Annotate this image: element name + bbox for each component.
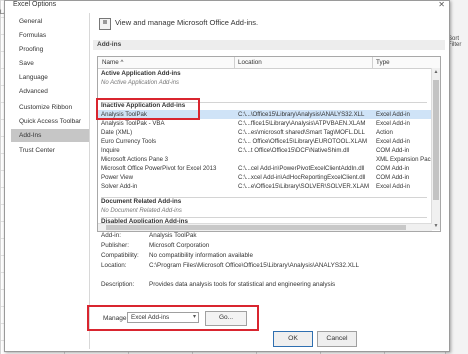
location-value: C:\Program Files\Microsoft Office\Office…	[149, 262, 359, 269]
manage-row: Manage: Excel Add-ins ▾ Go...	[87, 305, 445, 331]
description-value: Provides data analysis tools for statist…	[149, 281, 336, 288]
row-location: C:\...cel Add-in\PowerPivotExcelClientAd…	[238, 164, 365, 172]
row-location: C:\... Office\Office15\Library\EUROTOOL.…	[238, 137, 368, 145]
publisher-value: Microsoft Corporation	[149, 242, 210, 249]
add-ins-icon	[99, 18, 111, 30]
table-row[interactable]: Analysis ToolPak - VBA C:\...ffice15\Lib…	[98, 119, 432, 128]
row-type: COM Add-in	[376, 173, 410, 181]
group-active-empty: No Active Application Add-ins	[101, 80, 180, 86]
column-location[interactable]: Location	[238, 59, 262, 66]
row-location: C:\...e\Office15\Library\SOLVER\SOLVER.X…	[238, 182, 370, 190]
table-row[interactable]: Microsoft Actions Pane 3 XML Expansion P…	[98, 155, 434, 164]
row-location: C:\...t Office\Office15\DCF\NativeShim.d…	[238, 146, 350, 154]
scroll-thumb[interactable]	[433, 80, 439, 200]
section-header: Add-ins	[93, 40, 445, 50]
row-name: Date (XML)	[101, 128, 133, 136]
ok-button[interactable]: OK	[273, 331, 313, 347]
nav-item-proofing[interactable]: Proofing	[15, 43, 85, 56]
row-type: XML Expansion Pack	[376, 155, 434, 163]
table-row[interactable]: Power View C:\...xcel Add-in\AdHocReport…	[98, 173, 432, 182]
excel-options-dialog: Excel Options ✕ General Formulas Proofin…	[4, 0, 450, 352]
title-bar: Excel Options ✕	[5, 0, 449, 11]
row-type: Excel Add-in	[376, 110, 410, 118]
row-location: C:\...ffice15\Library\Analysis\ATPVBAEN.…	[238, 119, 366, 127]
row-type: Excel Add-in	[376, 182, 410, 190]
cancel-button[interactable]: Cancel	[317, 331, 357, 347]
location-label: Location:	[101, 262, 127, 269]
addin-value: Analysis ToolPak	[149, 232, 197, 239]
add-in-details: Add-in: Analysis ToolPak Publisher: Micr…	[101, 232, 441, 302]
compatibility-value: No compatibility information available	[149, 252, 253, 259]
row-type: COM Add-in	[376, 146, 410, 154]
add-ins-list[interactable]: Name ^ Location Type Active Application …	[97, 56, 441, 232]
description-label: Description:	[101, 281, 135, 288]
row-type: COM Add-in	[376, 164, 410, 172]
column-type[interactable]: Type	[376, 59, 390, 66]
row-location: C:\...es\microsoft shared\Smart Tag\MOFL…	[238, 128, 365, 136]
row-name: Solver Add-in	[101, 182, 138, 190]
row-name: Power View	[101, 173, 134, 181]
group-document: Document Related Add-ins	[101, 198, 182, 205]
row-type: Excel Add-in	[376, 137, 410, 145]
compatibility-label: Compatibility:	[101, 252, 139, 259]
nav-item-advanced[interactable]: Advanced	[15, 85, 85, 98]
close-icon[interactable]: ✕	[438, 0, 445, 9]
dialog-title: Excel Options	[13, 1, 57, 8]
row-name: Analysis ToolPak - VBA	[101, 119, 165, 127]
group-active: Active Application Add-ins	[101, 70, 181, 77]
group-document-empty: No Document Related Add-ins	[101, 208, 182, 214]
row-name: Euro Currency Tools	[101, 137, 157, 145]
table-row[interactable]: Euro Currency Tools C:\... Office\Office…	[98, 137, 432, 146]
row-name: Microsoft Office PowerPivot for Excel 20…	[101, 164, 217, 172]
list-header: Name ^ Location Type	[98, 57, 440, 69]
manage-highlight-annotation	[87, 305, 259, 331]
nav-item-formulas[interactable]: Formulas	[15, 29, 85, 42]
table-row[interactable]: Solver Add-in C:\...e\Office15\Library\S…	[98, 182, 432, 191]
nav-item-customize-ribbon[interactable]: Customize Ribbon	[15, 101, 85, 114]
vertical-scrollbar[interactable]: ▲ ▼	[431, 68, 440, 230]
table-row[interactable]: Date (XML) C:\...es\microsoft shared\Sma…	[98, 128, 432, 137]
horizontal-scrollbar[interactable]	[98, 223, 432, 231]
highlight-annotation	[96, 98, 200, 120]
table-row[interactable]: Inquire C:\...t Office\Office15\DCF\Nati…	[98, 146, 432, 155]
row-type: Excel Add-in	[376, 119, 410, 127]
nav-item-trust-center[interactable]: Trust Center	[15, 144, 85, 157]
nav-item-language[interactable]: Language	[15, 71, 85, 84]
nav-item-add-ins[interactable]: Add-Ins	[11, 129, 89, 142]
options-nav: General Formulas Proofing Save Language …	[11, 13, 90, 349]
row-name: Inquire	[101, 146, 120, 154]
addin-label: Add-in:	[101, 232, 121, 239]
row-name: Microsoft Actions Pane 3	[101, 155, 169, 163]
section-title: Add-ins	[97, 41, 122, 48]
page-heading: View and manage Microsoft Office Add-ins…	[115, 18, 259, 27]
table-row[interactable]: Microsoft Office PowerPivot for Excel 20…	[98, 164, 432, 173]
horizontal-scroll-thumb[interactable]	[106, 225, 406, 230]
add-ins-panel: View and manage Microsoft Office Add-ins…	[87, 13, 445, 349]
row-location: C:\...\Office15\Library\Analysis\ANALYS3…	[238, 110, 365, 118]
nav-item-save[interactable]: Save	[15, 57, 85, 70]
row-location: C:\...xcel Add-in\AdHocReportingExcelCli…	[238, 173, 366, 181]
column-name[interactable]: Name ^	[102, 59, 124, 66]
nav-item-general[interactable]: General	[15, 15, 85, 28]
scroll-down-icon[interactable]: ▼	[432, 222, 440, 230]
nav-item-quick-access-toolbar[interactable]: Quick Access Toolbar	[15, 115, 85, 128]
publisher-label: Publisher:	[101, 242, 130, 249]
scroll-up-icon[interactable]: ▲	[432, 68, 440, 76]
row-type: Action	[376, 128, 393, 136]
